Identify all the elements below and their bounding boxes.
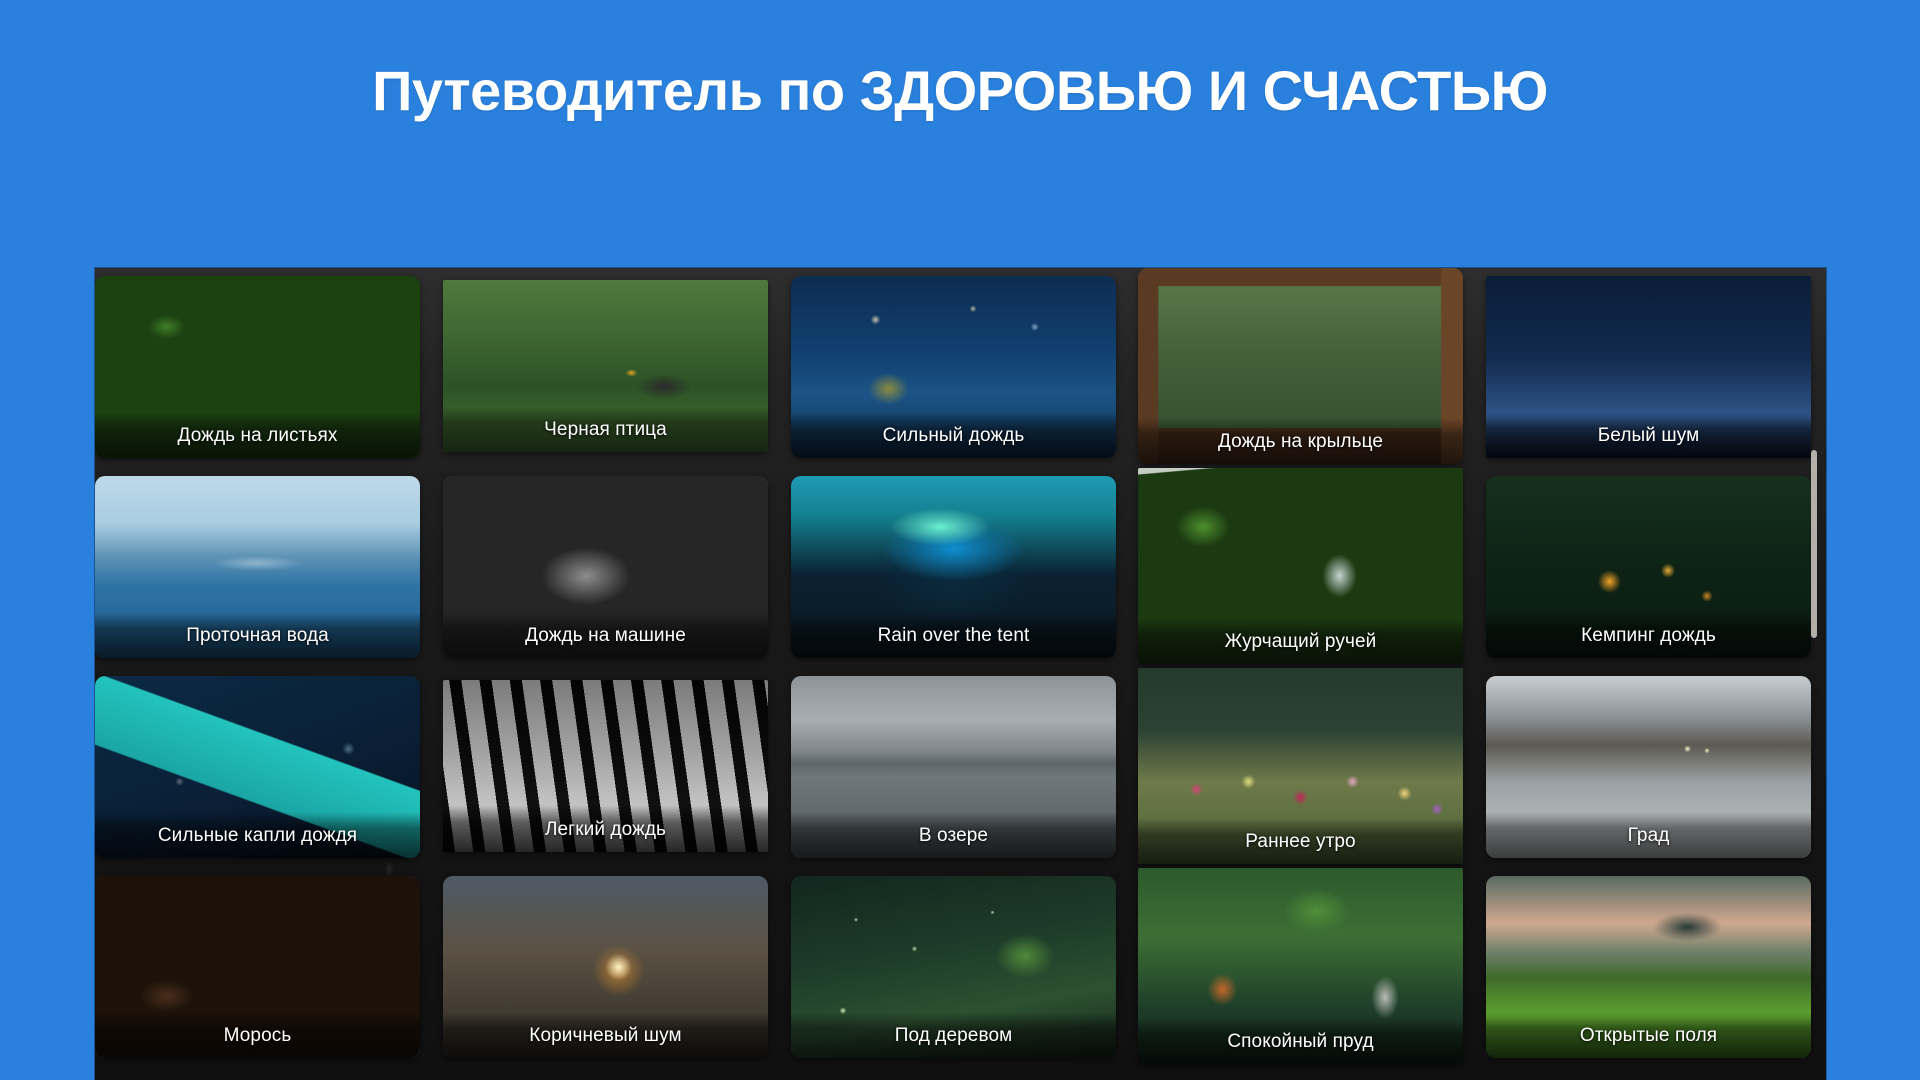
- sound-card[interactable]: Открытые поля: [1486, 876, 1811, 1058]
- sound-card-label: Морось: [95, 1012, 420, 1058]
- gallery-row: Проточная вода Дождь на машине Rain over t…: [95, 468, 1826, 668]
- sound-card-label: Проточная вода: [95, 612, 420, 658]
- sound-card-label: Спокойный пруд: [1138, 1018, 1463, 1064]
- sound-card[interactable]: Сильный дождь: [791, 276, 1116, 458]
- sound-card-label: Белый шум: [1486, 412, 1811, 458]
- sound-card[interactable]: Град: [1486, 676, 1811, 858]
- sound-card-label: Сильные капли дождя: [95, 812, 420, 858]
- sound-card-label: Черная птица: [443, 406, 768, 452]
- sound-card[interactable]: Раннее утро: [1138, 668, 1463, 864]
- sound-card[interactable]: Черная птица: [443, 280, 768, 452]
- sound-card[interactable]: Дождь на листьях: [95, 276, 420, 458]
- sound-card-label: Легкий дождь: [443, 806, 768, 852]
- sound-card[interactable]: Дождь на машине: [443, 476, 768, 658]
- sound-card-label: Кемпинг дождь: [1486, 612, 1811, 658]
- sound-card-label: Журчащий ручей: [1138, 618, 1463, 664]
- sound-card-label: Дождь на крыльце: [1138, 418, 1463, 464]
- sound-card[interactable]: Белый шум: [1486, 276, 1811, 458]
- sound-card[interactable]: Коричневый шум: [443, 876, 768, 1058]
- sound-card[interactable]: Спокойный пруд: [1138, 868, 1463, 1064]
- gallery-row: Дождь на листьях Черная птица Сильный дожд…: [95, 268, 1826, 468]
- sound-card-label: Град: [1486, 812, 1811, 858]
- sound-card-label: Открытые поля: [1486, 1012, 1811, 1058]
- sound-gallery-panel: Дождь на листьях Черная птица Сильный дожд…: [95, 268, 1826, 1080]
- sound-card-label: В озере: [791, 812, 1116, 858]
- sound-card-label: Под деревом: [791, 1012, 1116, 1058]
- sound-card[interactable]: Под деревом: [791, 876, 1116, 1058]
- sound-card-label: Rain over the tent: [791, 612, 1116, 658]
- sound-card[interactable]: В озере: [791, 676, 1116, 858]
- page-header: Путеводитель по ЗДОРОВЬЮ И СЧАСТЬЮ: [0, 0, 1920, 268]
- gallery-scrollbar-thumb[interactable]: [1811, 450, 1817, 638]
- page-title: Путеводитель по ЗДОРОВЬЮ И СЧАСТЬЮ: [372, 58, 1548, 122]
- sound-card[interactable]: Легкий дождь: [443, 680, 768, 852]
- sound-card-grid: Дождь на листьях Черная птица Сильный дожд…: [95, 268, 1826, 1068]
- app-root: Путеводитель по ЗДОРОВЬЮ И СЧАСТЬЮ Дождь…: [0, 0, 1920, 1080]
- sound-card[interactable]: Журчащий ручей: [1138, 468, 1463, 664]
- sound-card-label: Сильный дождь: [791, 412, 1116, 458]
- sound-card-label: Коричневый шум: [443, 1012, 768, 1058]
- sound-card[interactable]: Дождь на крыльце: [1138, 268, 1463, 464]
- sound-card-label: Раннее утро: [1138, 818, 1463, 864]
- sound-card-label: Дождь на машине: [443, 612, 768, 658]
- sound-card[interactable]: Кемпинг дождь: [1486, 476, 1811, 658]
- gallery-scrollbar-track[interactable]: [1811, 268, 1822, 1080]
- sound-card[interactable]: Rain over the tent: [791, 476, 1116, 658]
- sound-card-label: Дождь на листьях: [95, 412, 420, 458]
- gallery-row: Морось Коричневый шум Под деревом Спокойный…: [95, 868, 1826, 1068]
- sound-card[interactable]: Морось: [95, 876, 420, 1058]
- sound-card[interactable]: Проточная вода: [95, 476, 420, 658]
- sound-card[interactable]: Сильные капли дождя: [95, 676, 420, 858]
- gallery-row: Сильные капли дождя Легкий дождь В озере Ра…: [95, 668, 1826, 868]
